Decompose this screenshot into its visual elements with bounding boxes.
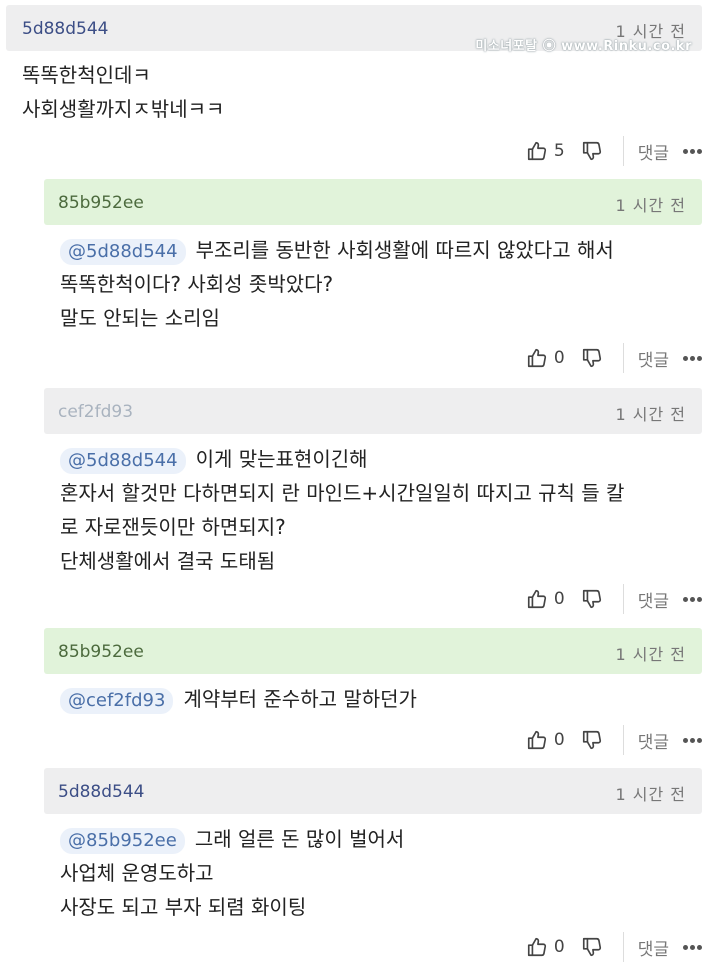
comment-line: 단체생활에서 결국 도태됨	[60, 549, 276, 573]
like-count: 0	[553, 937, 565, 957]
divider	[622, 136, 624, 166]
mention-tag[interactable]: @85b952ee	[60, 828, 185, 854]
divider	[622, 584, 624, 614]
comment-body: @cef2fd93 계약부터 준수하고 말하던가	[60, 684, 417, 714]
more-options-icon[interactable]	[683, 596, 702, 602]
comment-actions: 0 댓글	[526, 725, 702, 755]
reply-button[interactable]: 댓글	[638, 139, 669, 164]
comment-line: 로 자로잰듯이만 하면되지?	[60, 515, 286, 539]
thumbs-down-icon[interactable]	[581, 936, 603, 958]
thumbs-down-icon[interactable]	[581, 729, 603, 751]
comment-author[interactable]: 85b952ee	[58, 193, 144, 213]
comment-header: 85b952ee 1 시간 전	[44, 628, 702, 674]
comment-author[interactable]: cef2fd93	[58, 402, 133, 422]
thumbs-down-icon[interactable]	[581, 347, 603, 369]
divider	[622, 932, 624, 962]
comment-time: 1 시간 전	[615, 405, 686, 424]
thumbs-up-icon[interactable]	[526, 347, 548, 369]
thumbs-up-icon[interactable]	[526, 140, 548, 162]
comment-line: 그래 얼른 돈 많이 벌어서	[194, 827, 405, 851]
comment-line: 부조리를 동반한 사회생활에 따르지 않았다고 해서	[195, 238, 614, 262]
divider	[622, 725, 624, 755]
comment-time: 1 시간 전	[615, 196, 686, 215]
comment-line: 똑똑한척인데ㅋ	[22, 63, 151, 87]
watermark: 미소녀포탈 ⦿ www.Rinku.co.kr	[475, 39, 692, 54]
comment-actions: 0 댓글	[526, 932, 702, 962]
comment-line: 혼자서 할것만 다하면되지 란 마인드+시간일일히 따지고 규칙 들 칼	[60, 481, 625, 505]
mention-tag[interactable]: @5d88d544	[60, 239, 186, 265]
thumbs-up-icon[interactable]	[526, 936, 548, 958]
comment-line: 계약부터 준수하고 말하던가	[183, 687, 417, 711]
comment-body: 똑똑한척인데ㅋ 사회생활까지ㅈ밖네ㅋㅋ	[22, 60, 224, 124]
comment-line: 이게 맞는표현이긴해	[195, 447, 368, 471]
comment-actions: 0 댓글	[526, 584, 702, 614]
reply-button[interactable]: 댓글	[638, 935, 669, 960]
comment-header: cef2fd93 1 시간 전	[44, 388, 702, 434]
divider	[622, 343, 624, 373]
comment-actions: 5 댓글	[526, 136, 702, 166]
thumbs-down-icon[interactable]	[581, 140, 603, 162]
comment-body: @5d88d544 이게 맞는표현이긴해 혼자서 할것만 다하면되지 란 마인드+…	[60, 444, 624, 576]
comment-time: 1 시간 전	[615, 645, 686, 664]
mention-tag[interactable]: @cef2fd93	[60, 688, 174, 714]
comment-header: 5d88d544 1 시간 전 미소녀포탈 ⦿ www.Rinku.co.kr	[6, 5, 702, 54]
like-count: 5	[553, 141, 565, 161]
more-options-icon[interactable]	[683, 944, 702, 950]
more-options-icon[interactable]	[683, 148, 702, 154]
comment-line: 똑똑한척이다? 사회성 좃박았다?	[60, 272, 334, 296]
more-options-icon[interactable]	[683, 737, 702, 743]
like-count: 0	[553, 348, 565, 368]
thumbs-up-icon[interactable]	[526, 729, 548, 751]
comment-header: 5d88d544 1 시간 전	[44, 768, 702, 814]
comment-body: @5d88d544 부조리를 동반한 사회생활에 따르지 않았다고 해서 똑똑한척…	[60, 235, 614, 333]
comment-header: 85b952ee 1 시간 전	[44, 179, 702, 225]
comment-actions: 0 댓글	[526, 343, 702, 373]
more-options-icon[interactable]	[683, 355, 702, 361]
comment-body: @85b952ee 그래 얼른 돈 많이 벌어서 사업체 운영도하고 사장도 되고…	[60, 824, 404, 922]
comment-line: 말도 안되는 소리임	[60, 306, 220, 330]
comment-author[interactable]: 85b952ee	[58, 642, 144, 662]
comment-time: 1 시간 전	[615, 785, 686, 804]
mention-tag[interactable]: @5d88d544	[60, 448, 186, 474]
like-count: 0	[553, 589, 565, 609]
reply-button[interactable]: 댓글	[638, 346, 669, 371]
reply-button[interactable]: 댓글	[638, 728, 669, 753]
reply-button[interactable]: 댓글	[638, 587, 669, 612]
thumbs-down-icon[interactable]	[581, 588, 603, 610]
thumbs-up-icon[interactable]	[526, 588, 548, 610]
comment-line: 사회생활까지ㅈ밖네ㅋㅋ	[22, 97, 225, 121]
comment-author[interactable]: 5d88d544	[58, 782, 144, 802]
comment-line: 사장도 되고 부자 되렴 화이팅	[60, 895, 307, 919]
comment-line: 사업체 운영도하고	[60, 861, 214, 885]
comment-author[interactable]: 5d88d544	[22, 19, 108, 39]
like-count: 0	[553, 730, 565, 750]
